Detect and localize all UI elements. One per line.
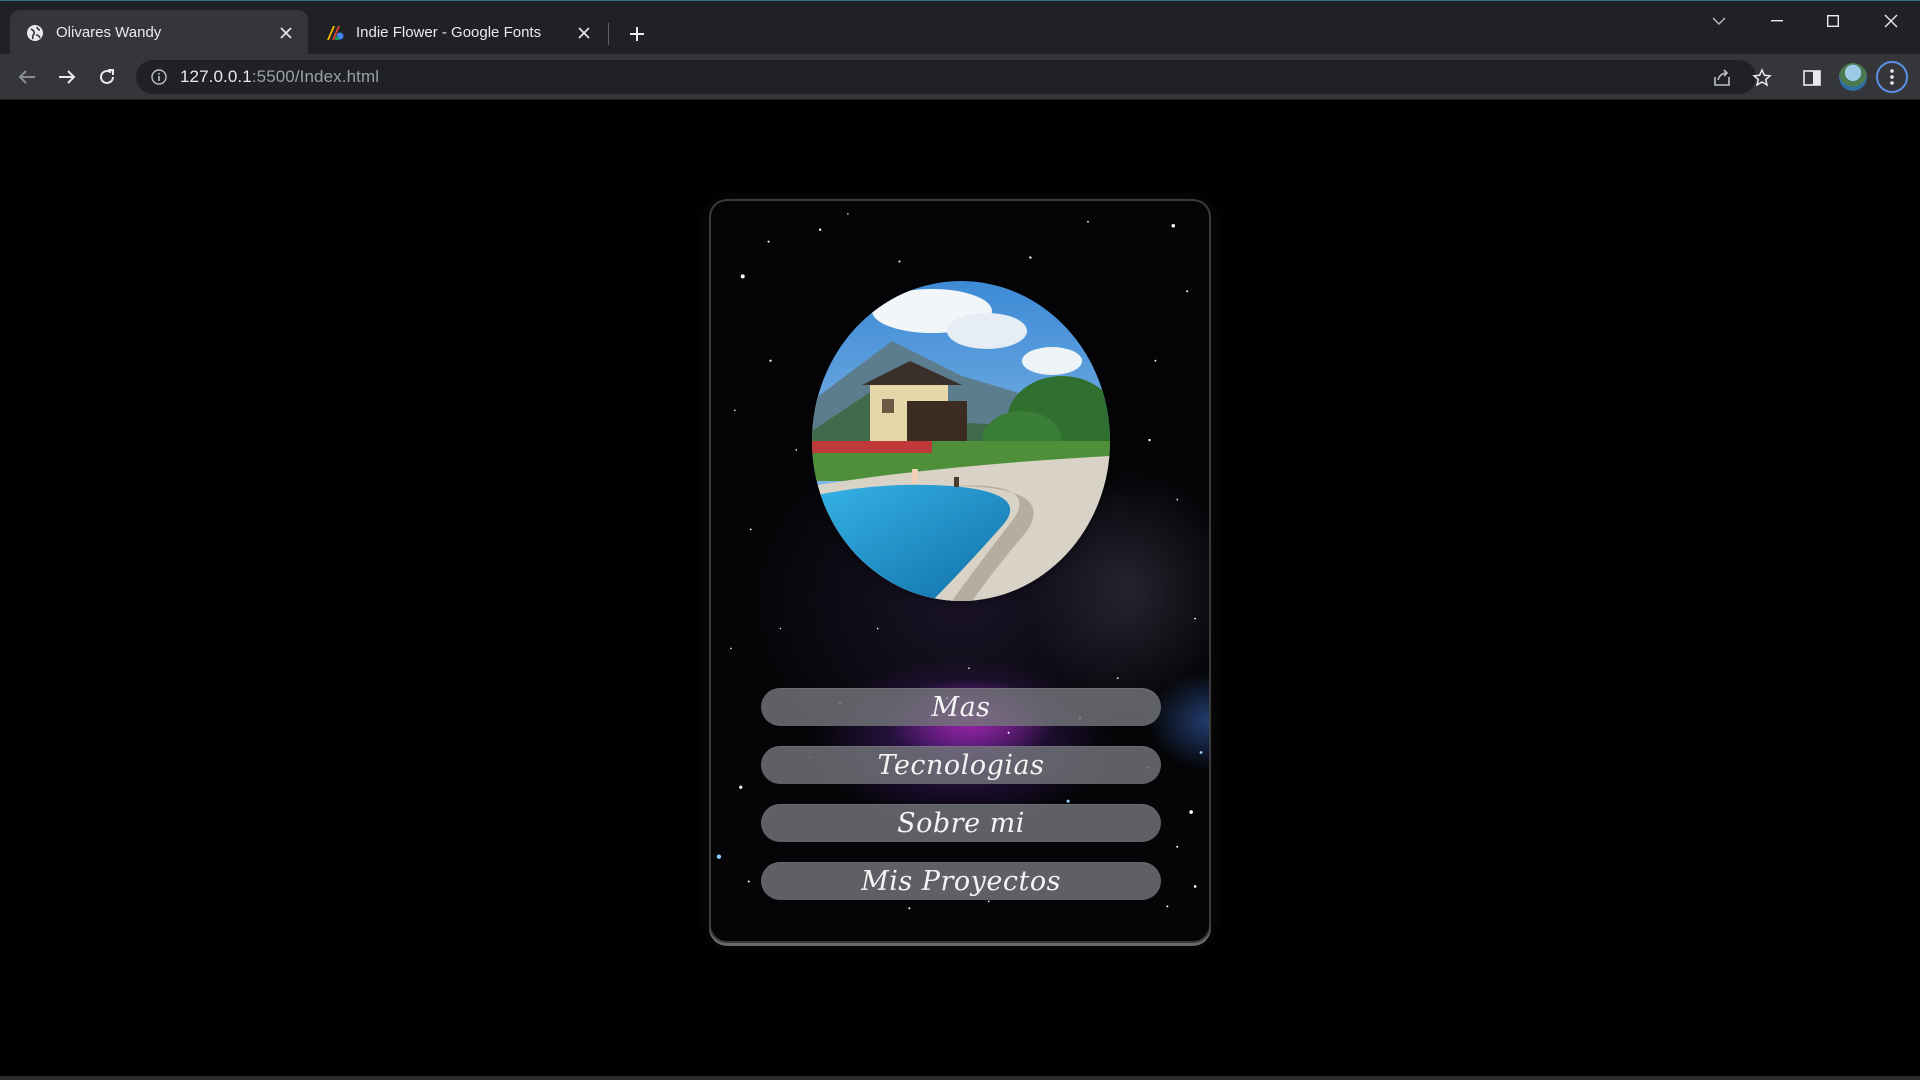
mas-button[interactable]: Mas <box>761 688 1161 726</box>
bookmark-button[interactable] <box>1750 66 1774 90</box>
browser-menu-button[interactable] <box>1876 61 1908 93</box>
google-fonts-icon <box>326 24 344 42</box>
globe-icon <box>26 24 44 42</box>
profile-card: Mas Tecnologias Sobre mi Mis Proyectos <box>709 199 1211 943</box>
tab-indie-flower[interactable]: Indie Flower - Google Fonts <box>310 10 606 55</box>
sobre-mi-button[interactable]: Sobre mi <box>761 804 1161 842</box>
forward-button[interactable] <box>52 62 82 92</box>
maximize-button[interactable] <box>1810 7 1856 35</box>
reload-button[interactable] <box>92 62 122 92</box>
pool-landscape-image <box>812 281 1110 601</box>
tecnologias-button[interactable]: Tecnologias <box>761 746 1161 784</box>
browser-tab-strip: Olivares Wandy Indie Flower - Google Fon… <box>0 0 1920 55</box>
side-panel-button[interactable] <box>1800 66 1824 90</box>
maximize-icon <box>1827 15 1839 27</box>
share-icon <box>1714 69 1730 86</box>
minimize-icon <box>1771 20 1783 22</box>
close-tab-icon[interactable] <box>274 21 298 45</box>
share-button[interactable] <box>1710 66 1734 90</box>
info-icon[interactable] <box>150 68 168 86</box>
profile-photo <box>812 281 1110 601</box>
browser-toolbar: 127.0.0.1:5500/Index.html <box>0 54 1920 100</box>
arrow-right-icon <box>59 70 76 84</box>
tab-separator <box>608 23 609 45</box>
plus-icon <box>630 27 644 41</box>
profile-avatar[interactable] <box>1839 63 1867 91</box>
kebab-menu-icon <box>1890 69 1894 85</box>
star-icon <box>1752 68 1772 87</box>
url-path: :5500/Index.html <box>251 67 380 86</box>
chevron-down-icon <box>1712 17 1726 25</box>
tab-search-button[interactable] <box>1696 7 1742 35</box>
minimize-button[interactable] <box>1754 7 1800 35</box>
close-window-button[interactable] <box>1868 7 1914 35</box>
url-text: 127.0.0.1:5500/Index.html <box>180 67 379 87</box>
mis-proyectos-button[interactable]: Mis Proyectos <box>761 862 1161 900</box>
side-panel-icon <box>1803 70 1821 86</box>
url-host: 127.0.0.1 <box>180 67 252 86</box>
tab-title: Indie Flower - Google Fonts <box>356 24 542 41</box>
new-tab-button[interactable] <box>624 21 650 47</box>
tab-olivares-wandy[interactable]: Olivares Wandy <box>10 10 308 55</box>
back-button[interactable] <box>12 62 42 92</box>
close-icon <box>1884 14 1898 28</box>
reload-icon <box>100 69 114 84</box>
close-tab-icon[interactable] <box>572 21 596 45</box>
page-viewport: Mas Tecnologias Sobre mi Mis Proyectos <box>0 100 1920 1080</box>
address-bar[interactable]: 127.0.0.1:5500/Index.html <box>136 60 1756 94</box>
window-bottom-border <box>0 1076 1920 1080</box>
tab-title: Olivares Wandy <box>56 24 162 41</box>
arrow-left-icon <box>18 70 35 84</box>
